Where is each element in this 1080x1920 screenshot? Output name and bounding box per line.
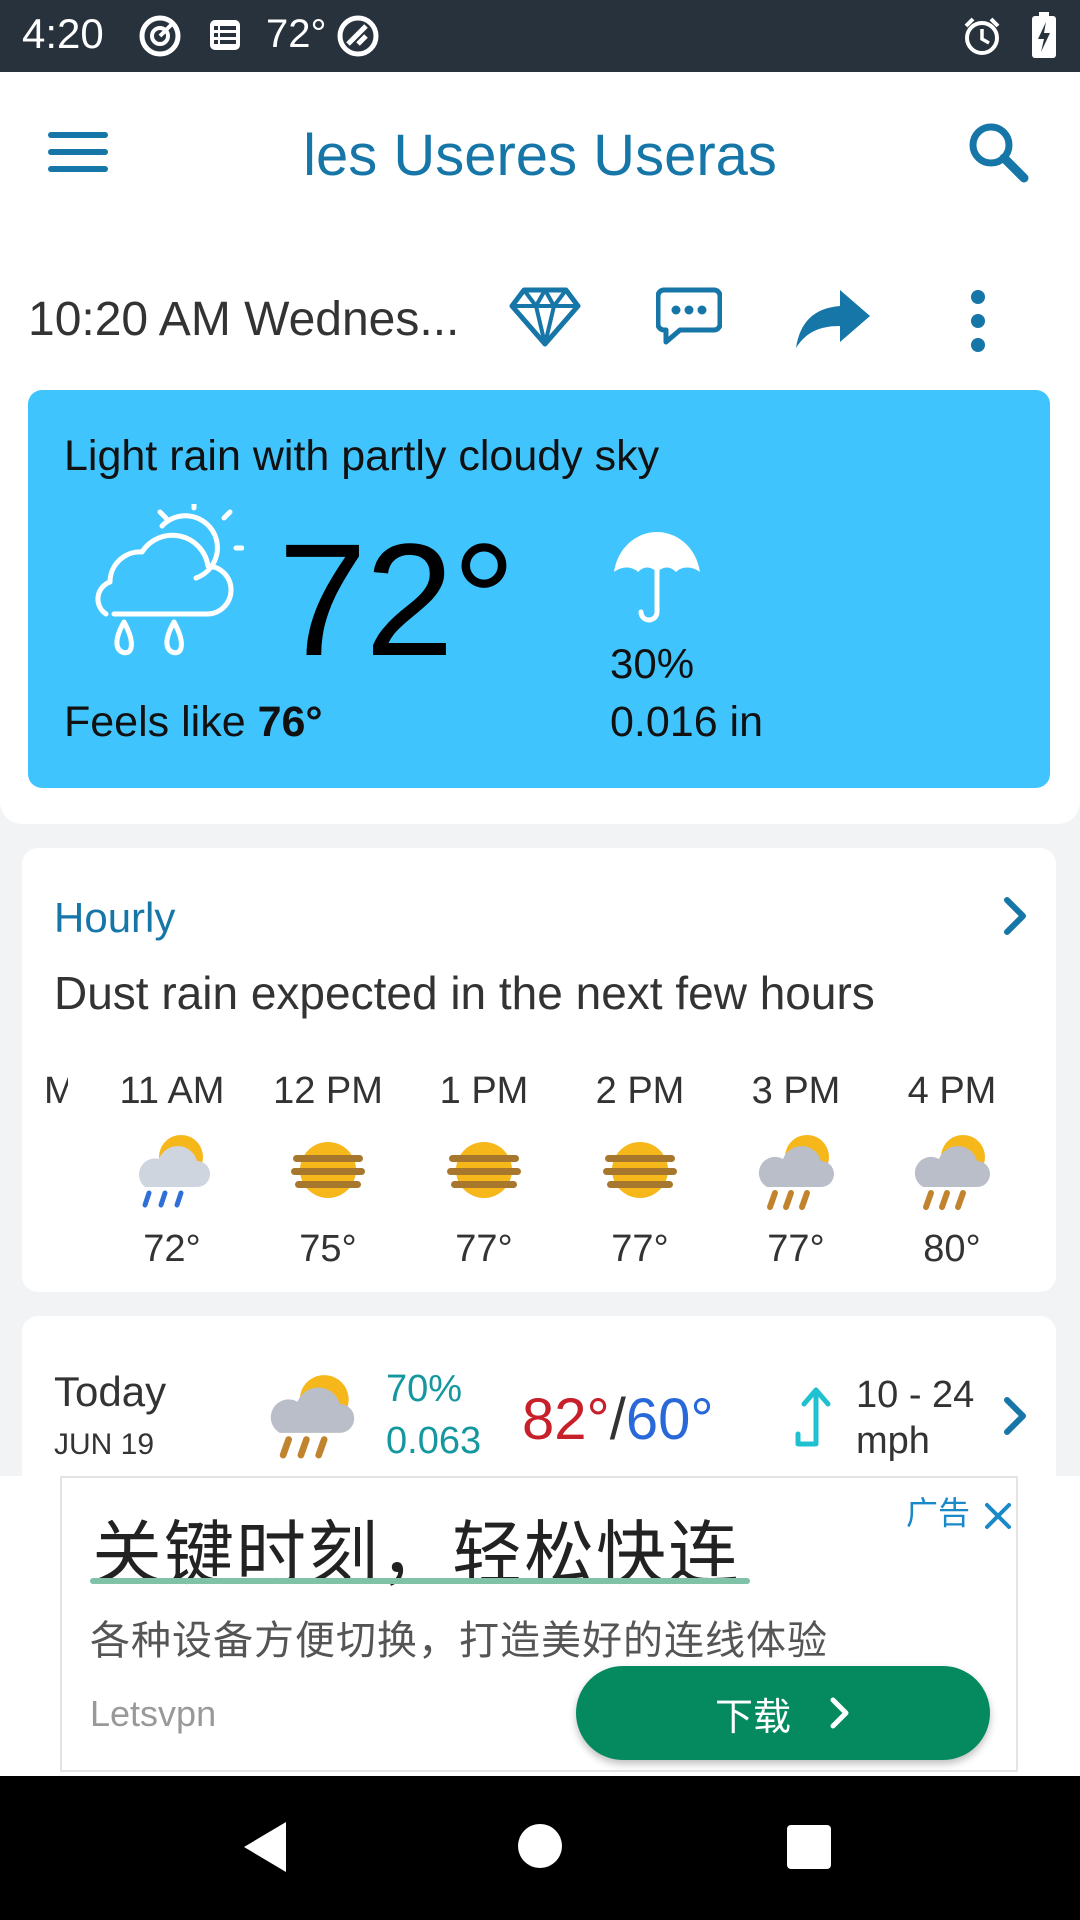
daily-temp-separator: / [609, 1387, 626, 1452]
ad-tag-text: 广告 [906, 1495, 971, 1531]
hourly-item[interactable]: 4 PM 80° [877, 1070, 1027, 1271]
feels-like-label: Feels like [64, 698, 246, 746]
daily-day: Today [54, 1368, 167, 1415]
hourly-time: 11 AM [119, 1070, 225, 1112]
hourly-time: 4 PM [907, 1070, 997, 1112]
hourly-temp: 77° [455, 1228, 513, 1270]
more-options-icon[interactable] [966, 288, 990, 354]
hourly-item[interactable]: 2 PM 77° [565, 1070, 715, 1271]
ad-headline-underline [90, 1578, 750, 1584]
feels-like-value: 76° [257, 698, 323, 746]
rain-partly-sunny-icon [95, 504, 244, 656]
dust-rain-icon [914, 1135, 990, 1210]
app-title: les Useres Useras [303, 123, 777, 188]
status-bar: 4:20 72° [0, 0, 1080, 72]
share-icon[interactable] [794, 288, 872, 350]
hourly-item[interactable]: 12 PM 75° [253, 1070, 403, 1271]
current-temperature: 72° [278, 510, 516, 689]
hourly-temp: 75° [299, 1228, 357, 1270]
ad-download-button[interactable]: 下载 [576, 1666, 990, 1760]
daily-high: 82° [522, 1387, 610, 1452]
daily-precip-chance: 70% [386, 1368, 463, 1410]
status-time: 4:20 [22, 10, 104, 57]
ad-brand: Letsvpn [90, 1693, 217, 1734]
hourly-time: 3 PM [751, 1070, 841, 1112]
hourly-summary: Dust rain expected in the next few hours [54, 967, 875, 1019]
daily-low: 60° [625, 1387, 714, 1452]
chevron-right-icon[interactable] [1002, 896, 1028, 936]
target-app-icon [139, 15, 181, 57]
diamond-icon[interactable] [508, 286, 582, 348]
hourly-item[interactable]: 1 PM 77° [409, 1070, 559, 1271]
ad-subline: 各种设备方便切换，打造美好的连线体验 [90, 1619, 828, 1663]
hourly-item[interactable]: 11 AM 72° [97, 1070, 247, 1271]
ad-label[interactable]: 广告 [906, 1488, 1013, 1534]
close-icon[interactable] [983, 1501, 1013, 1531]
chat-icon[interactable] [656, 286, 722, 348]
dust-rain-icon [270, 1375, 355, 1459]
alarm-icon [964, 17, 1000, 55]
umbrella-icon [614, 532, 700, 623]
current-condition: Light rain with partly cloudy sky [64, 432, 660, 480]
hourly-time: 1 PM [439, 1070, 529, 1112]
precip-amount: 0.016 in [610, 698, 764, 746]
rain-partly-sunny-icon [138, 1135, 210, 1208]
app-bar: les Useres Useras [0, 72, 1080, 232]
daily-date: JUN 19 [54, 1428, 155, 1461]
hourly-item[interactable]: 3 PM 77° [721, 1070, 871, 1271]
system-nav-bar [0, 1776, 1080, 1920]
hourly-temp: 80° [923, 1228, 981, 1270]
chevron-right-icon [830, 1697, 849, 1729]
battery-charging-icon [1032, 12, 1056, 58]
list-app-icon [210, 20, 240, 50]
back-icon[interactable] [242, 1820, 288, 1874]
recents-icon[interactable] [786, 1824, 832, 1870]
wind-direction-icon [795, 1387, 831, 1447]
current-datetime: 10:20 AM Wednes... [28, 293, 460, 346]
hourly-temp: 72° [143, 1228, 201, 1270]
hourly-label: Hourly [54, 894, 176, 941]
sun-haze-icon [291, 1142, 365, 1198]
hourly-time: 12 PM [273, 1070, 383, 1112]
hourly-temp: 77° [611, 1228, 669, 1270]
ad-cta-label: 下载 [714, 1696, 791, 1739]
home-icon[interactable] [516, 1822, 564, 1870]
current-conditions-card[interactable]: Light rain with partly cloudy sky 72° Fe… [28, 390, 1050, 788]
precip-chance: 30% [610, 640, 695, 687]
hourly-card[interactable]: Hourly Dust rain expected in the next fe… [22, 848, 1056, 1292]
hourly-temp: 77° [767, 1228, 825, 1270]
daily-wind-range: 10 - 24 [856, 1374, 975, 1416]
daily-precip-amount: 0.063 [386, 1420, 482, 1462]
hourly-partial-time: M [44, 1070, 68, 1112]
hourly-time: 2 PM [595, 1070, 685, 1112]
daily-wind-unit: mph [856, 1420, 930, 1462]
vpn-app-icon [337, 15, 379, 57]
feels-like: Feels like 76° [64, 698, 323, 747]
ad-container[interactable]: 关键时刻，轻松快连 各种设备方便切换，打造美好的连线体验 Letsvpn 广告 … [60, 1476, 1018, 1772]
status-temperature: 72° [266, 12, 327, 56]
search-icon[interactable] [966, 120, 1030, 184]
chevron-right-icon[interactable] [1002, 1396, 1028, 1436]
ad-banner[interactable]: 关键时刻，轻松快连 各种设备方便切换，打造美好的连线体验 Letsvpn 广告 … [0, 1476, 1080, 1776]
sun-haze-icon [447, 1142, 521, 1198]
daily-temps: 82°/60° [522, 1386, 714, 1453]
dust-rain-icon [758, 1135, 834, 1210]
sun-haze-icon [603, 1142, 677, 1198]
